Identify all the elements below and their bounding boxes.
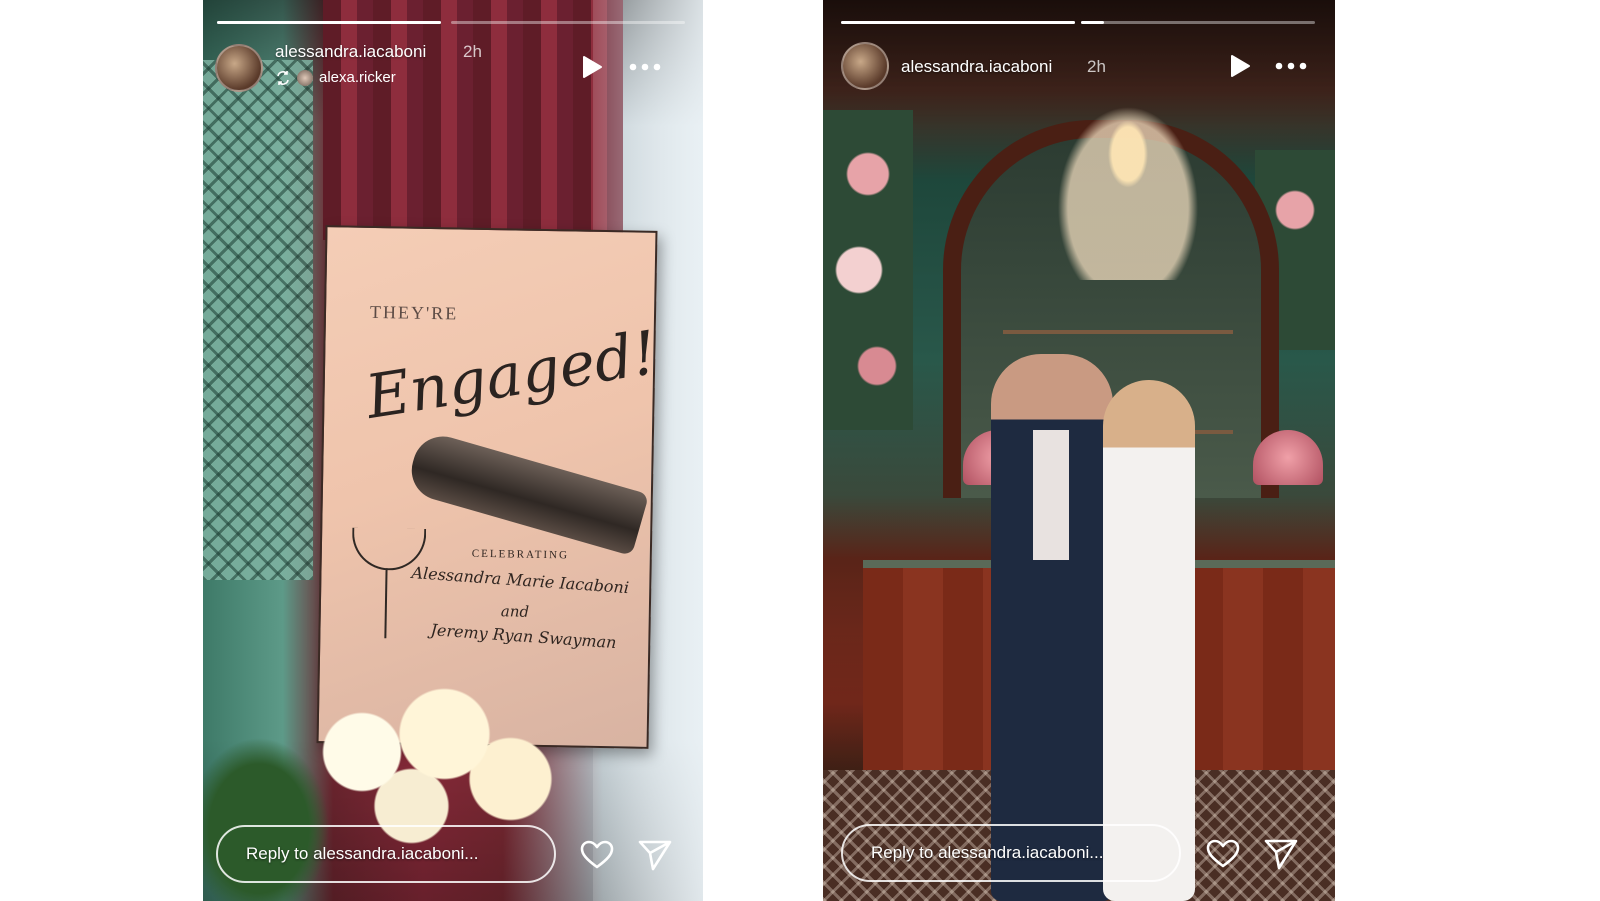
play-icon	[583, 56, 602, 78]
reply-placeholder: Reply to alessandra.iacaboni...	[871, 843, 1104, 862]
avatar[interactable]	[841, 42, 889, 90]
progress-segment-2	[1081, 21, 1315, 24]
story-time: 2h	[463, 42, 482, 61]
reply-input[interactable]: Reply to alessandra.iacaboni...	[841, 824, 1181, 882]
sign-line-and: and	[500, 602, 530, 621]
story-right[interactable]: alessandra.iacaboni 2h Reply to alessand…	[823, 0, 1335, 901]
chandelier	[1053, 100, 1203, 280]
red-curtain	[323, 0, 623, 240]
repost-attribution[interactable]: alexa.ricker	[275, 69, 396, 86]
username[interactable]: alessandra.iacaboni	[275, 42, 426, 62]
send-icon	[638, 840, 672, 871]
heart-icon	[1206, 839, 1240, 868]
reply-placeholder: Reply to alessandra.iacaboni...	[246, 844, 479, 863]
coupe-glass-stem	[384, 568, 388, 639]
lamp-right	[1253, 430, 1323, 485]
progress-segment-2-fill	[1081, 21, 1105, 24]
story-left[interactable]: THEY'RE Engaged! CELEBRATING Alessandra …	[203, 0, 703, 901]
more-icon	[629, 63, 661, 71]
play-button[interactable]	[1225, 51, 1255, 81]
progress-segment-1-fill	[217, 21, 441, 24]
repost-avatar	[297, 69, 313, 86]
progress-segment-1	[841, 21, 1075, 24]
bar-shelf-upper	[1003, 330, 1233, 334]
sign-line-name2: Jeremy Ryan Swayman	[429, 620, 618, 653]
reply-input[interactable]: Reply to alessandra.iacaboni...	[216, 825, 556, 883]
like-button[interactable]	[579, 838, 615, 872]
play-button[interactable]	[577, 52, 607, 82]
more-options-button[interactable]	[1271, 51, 1311, 81]
heart-icon	[580, 840, 614, 869]
play-icon	[1231, 55, 1250, 77]
sign-line-celebrating: CELEBRATING	[471, 547, 570, 562]
share-button[interactable]	[637, 838, 673, 872]
champagne-bottle-illustration	[404, 429, 650, 556]
man-shirt	[1033, 430, 1069, 560]
sign-line-name1: Alessandra Marie Iacaboni	[410, 563, 630, 598]
sign-line-engaged: Engaged!	[361, 317, 662, 433]
send-icon	[1264, 839, 1298, 870]
floral-garland-left	[823, 110, 913, 430]
lattice-wall	[203, 60, 313, 580]
repost-username: alexa.ricker	[319, 69, 396, 86]
share-button[interactable]	[1263, 837, 1299, 871]
story-time: 2h	[1087, 57, 1106, 76]
engagement-sign: THEY'RE Engaged! CELEBRATING Alessandra …	[316, 225, 662, 749]
progress-segment-1	[217, 21, 441, 24]
progress-segment-1-fill	[841, 21, 1075, 24]
like-button[interactable]	[1205, 837, 1241, 871]
more-options-button[interactable]	[625, 52, 665, 82]
progress-segment-2	[451, 21, 685, 24]
more-icon	[1275, 62, 1307, 70]
sign-line-theyre: THEY'RE	[369, 301, 459, 324]
avatar[interactable]	[215, 44, 263, 92]
woman-in-white-jumpsuit	[1103, 380, 1195, 901]
username[interactable]: alessandra.iacaboni	[901, 57, 1052, 77]
repost-icon	[277, 70, 289, 85]
